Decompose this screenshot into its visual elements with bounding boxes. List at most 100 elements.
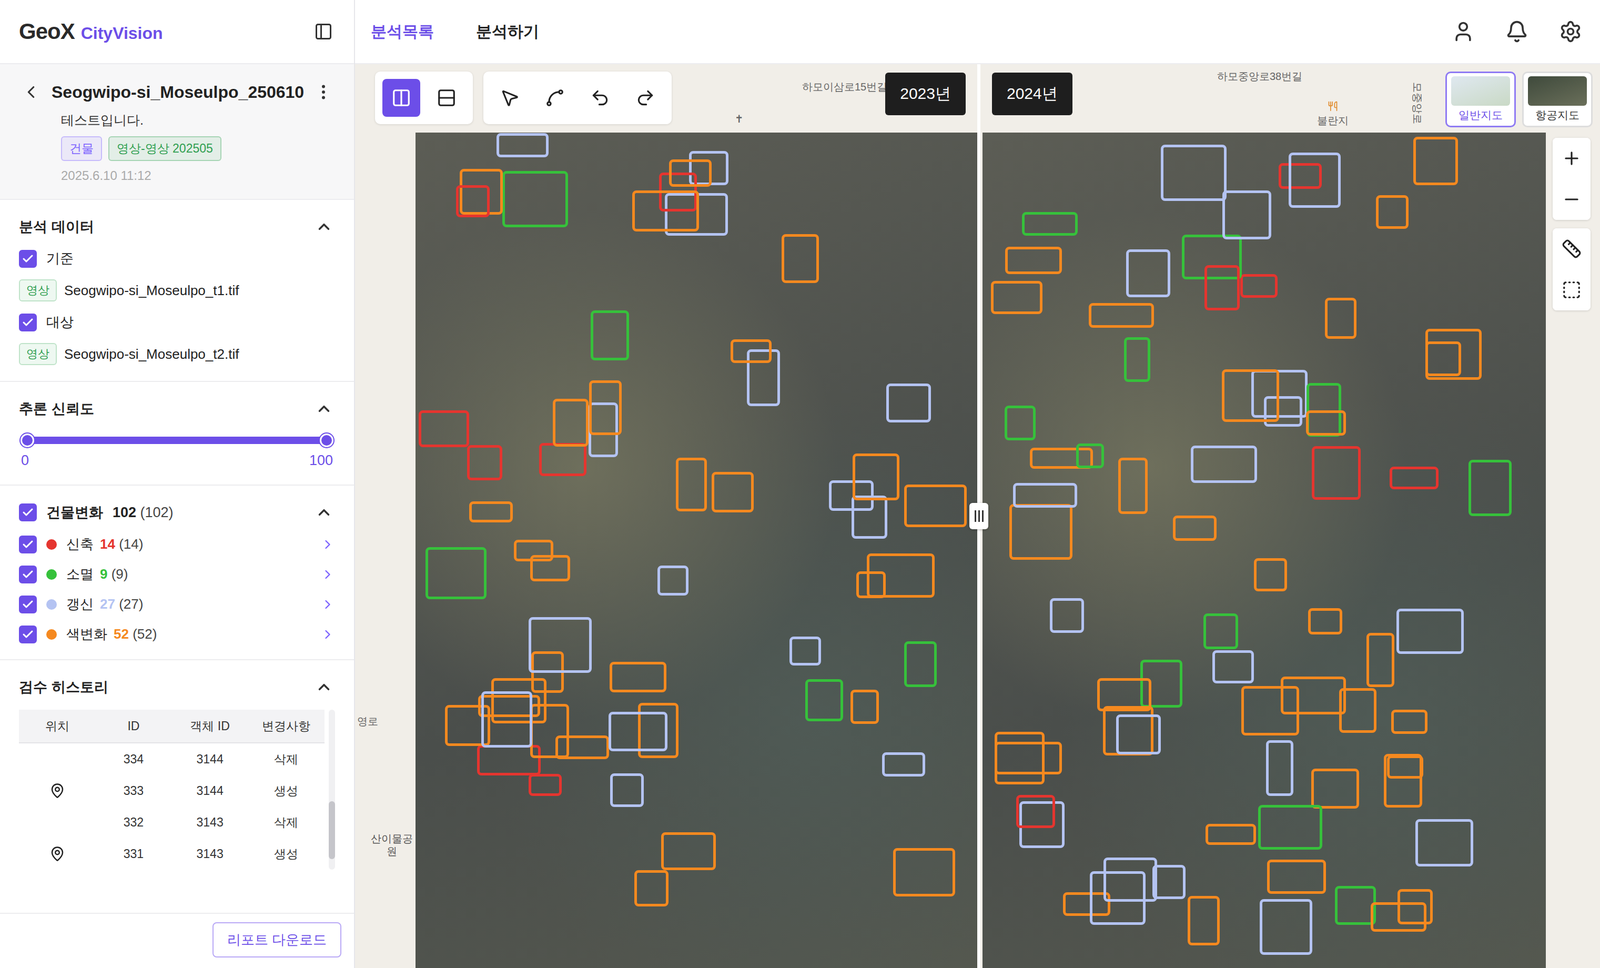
area-button[interactable] [1552,269,1591,311]
collapse-button[interactable] [312,675,336,698]
change-polygon[interactable] [1305,410,1346,436]
change-polygon[interactable] [1311,446,1361,500]
edit-tool-button[interactable] [581,78,620,117]
change-polygon[interactable] [1049,598,1085,633]
table-row[interactable]: 3343144삭제 [18,743,325,775]
change-polygon[interactable] [851,495,888,539]
change-polygon[interactable] [634,869,669,907]
user-button[interactable] [1449,17,1477,46]
change-polygon[interactable] [711,471,754,513]
zoomOut-button[interactable] [1552,178,1591,220]
change-polygon[interactable] [1088,302,1154,328]
change-polygon[interactable] [1029,447,1093,469]
change-polygon[interactable] [467,444,503,481]
change-polygon[interactable] [1288,152,1341,208]
change-polygon[interactable] [828,480,874,511]
change-polygon[interactable] [1221,369,1280,422]
table-row[interactable]: 3323143삭제 [18,806,325,838]
change-polygon[interactable] [675,457,707,512]
change-polygon[interactable] [1140,659,1183,708]
change-polygon[interactable] [530,703,570,758]
change-polygon[interactable] [1190,445,1258,483]
swipe-handle[interactable] [969,502,989,530]
change-polygon[interactable] [1308,608,1343,635]
change-polygon[interactable] [1076,443,1105,469]
change-polygon[interactable] [1089,871,1146,925]
slider-thumb[interactable] [20,433,35,448]
change-polygon[interactable] [1425,328,1482,380]
checkbox[interactable] [18,535,37,554]
change-polygon[interactable] [1204,265,1240,311]
pin-icon[interactable] [49,782,66,799]
change-polygon[interactable] [990,280,1043,315]
change-polygon[interactable] [588,402,619,458]
checkbox[interactable] [18,595,37,614]
change-polygon[interactable] [1102,705,1154,756]
change-polygon[interactable] [1240,274,1278,298]
change-polygon[interactable] [456,185,490,218]
layer-tile[interactable]: 항공지도 [1522,71,1593,128]
back-button[interactable] [18,79,44,105]
change-polygon[interactable] [1396,608,1464,654]
change-polygon[interactable] [669,159,712,187]
change-polygon[interactable] [994,741,1062,775]
change-polygon[interactable] [1241,685,1300,736]
collapse-button[interactable] [312,215,336,238]
zoomIn-button[interactable] [1552,137,1591,179]
edit-tool-button[interactable] [535,78,574,117]
change-polygon[interactable] [1251,369,1308,418]
change-polygon[interactable] [1397,888,1433,925]
change-polygon[interactable] [1259,898,1313,955]
change-polygon[interactable] [1266,740,1294,796]
change-polygon[interactable] [1172,515,1217,541]
view-mode-button[interactable] [427,78,466,117]
section-head[interactable]: 추론 신뢰도 [18,397,336,420]
view-mode-button[interactable] [382,78,421,117]
scrollbar-thumb[interactable] [328,801,336,859]
change-polygon[interactable] [1253,558,1288,592]
change-polygon[interactable] [589,380,622,435]
category-row[interactable]: 신축14 (14) [18,534,336,554]
change-polygon[interactable] [1386,755,1424,779]
category-row[interactable]: 소멸9 (9) [18,564,336,584]
data-check-row[interactable]: 대상 [18,312,336,332]
change-polygon[interactable] [1324,297,1357,339]
map-pane-before[interactable]: 하모이삼로15번길✝산이물공원영로2023년 [355,64,978,968]
change-polygon[interactable] [513,539,554,562]
change-polygon[interactable] [1311,768,1360,809]
change-polygon[interactable] [539,442,587,477]
change-polygon[interactable] [866,553,935,598]
change-polygon[interactable] [1016,794,1056,828]
change-polygon[interactable] [1205,823,1257,845]
change-polygon[interactable] [1391,709,1428,734]
edit-tool-button[interactable] [490,78,529,117]
range-slider[interactable]: 0100 [18,431,336,469]
layer-tile[interactable]: 일반지도 [1445,71,1516,128]
change-polygon[interactable] [730,339,772,363]
change-polygon[interactable] [994,731,1045,785]
category-row[interactable]: 색변화52 (52) [18,624,336,644]
edit-tool-button[interactable] [626,78,665,117]
category-row[interactable]: 갱신27 (27) [18,594,336,614]
logo[interactable]: GeoXCityVision [18,18,164,45]
change-polygon[interactable] [609,661,667,693]
sidebar-toggle[interactable] [311,19,336,44]
change-polygon[interactable] [904,484,967,528]
change-polygon[interactable] [1021,211,1078,236]
distance-button[interactable] [1552,228,1591,270]
change-polygon[interactable] [1389,466,1439,490]
change-polygon[interactable] [1212,650,1254,684]
change-polygon[interactable] [657,565,689,596]
change-polygon[interactable] [1203,613,1239,650]
change-polygon[interactable] [1013,482,1078,508]
chevron-right-icon[interactable] [320,626,336,642]
more-button[interactable] [311,80,336,104]
change-polygon[interactable] [528,773,562,796]
change-polygon[interactable] [610,773,644,807]
change-polygon[interactable] [1181,234,1242,280]
change-polygon[interactable] [1280,676,1346,715]
change-polygon[interactable] [1334,885,1376,925]
chevron-right-icon[interactable] [320,566,336,582]
collapse-button[interactable] [312,397,336,420]
change-polygon[interactable] [1306,382,1342,437]
